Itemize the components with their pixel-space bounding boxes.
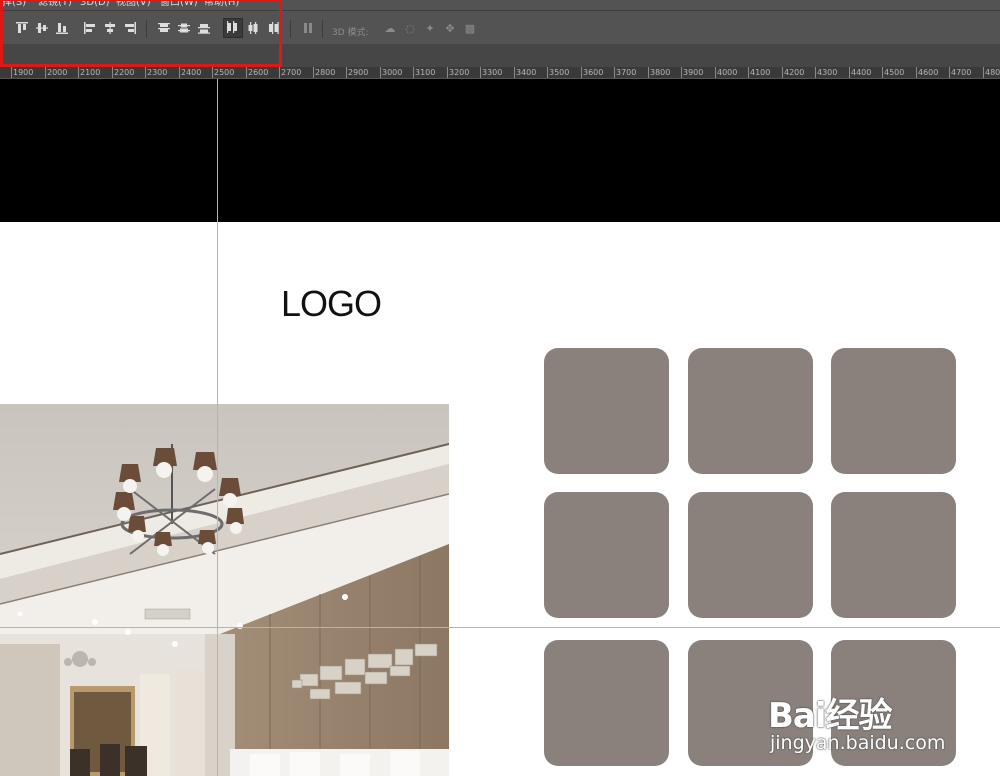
3d-orbit-icon[interactable]: ☁ bbox=[382, 22, 398, 36]
ruler-label: 3600 bbox=[583, 68, 604, 77]
auto-align-layers-icon[interactable] bbox=[300, 20, 316, 36]
ruler-label: 4700 bbox=[951, 68, 972, 77]
ruler-tick bbox=[614, 67, 615, 78]
placeholder-tile bbox=[544, 492, 669, 618]
ruler-tick bbox=[681, 67, 682, 78]
ruler-label: 2500 bbox=[214, 68, 235, 77]
ruler-tick bbox=[983, 67, 984, 78]
ruler-label: 4000 bbox=[717, 68, 738, 77]
3d-roll-icon[interactable]: ◌ bbox=[402, 22, 418, 36]
placeholder-tile bbox=[831, 348, 956, 474]
ruler-tick bbox=[882, 67, 883, 78]
canvas-black-header bbox=[0, 79, 1000, 222]
ruler-tick bbox=[212, 67, 213, 78]
ruler-tick bbox=[279, 67, 280, 78]
ruler-label: 2100 bbox=[80, 68, 101, 77]
ruler-tick bbox=[145, 67, 146, 78]
ruler-label: 4200 bbox=[784, 68, 805, 77]
ruler-label: 2600 bbox=[248, 68, 269, 77]
3d-scale-icon[interactable]: ▩ bbox=[462, 22, 478, 36]
ruler-tick bbox=[547, 67, 548, 78]
ruler-label: 4600 bbox=[918, 68, 939, 77]
highlight-annotation-box bbox=[0, 0, 282, 67]
ruler-tick bbox=[782, 67, 783, 78]
ruler-tick bbox=[480, 67, 481, 78]
ruler-label: 4400 bbox=[851, 68, 872, 77]
ruler-label: 3800 bbox=[650, 68, 671, 77]
ruler-tick bbox=[715, 67, 716, 78]
ruler-label: 2900 bbox=[348, 68, 369, 77]
ruler-tick bbox=[849, 67, 850, 78]
3d-pan-icon[interactable]: ✦ bbox=[422, 22, 438, 36]
ruler-label: 3500 bbox=[549, 68, 570, 77]
ruler-tick bbox=[916, 67, 917, 78]
watermark-url: jingyan.baidu.com bbox=[770, 732, 946, 754]
ruler-label: 3100 bbox=[415, 68, 436, 77]
ruler-label: 2300 bbox=[147, 68, 168, 77]
watermark-brand: Bai经验 bbox=[768, 696, 893, 736]
ruler-label: 2700 bbox=[281, 68, 302, 77]
ruler-tick bbox=[11, 67, 12, 78]
placeholder-tile bbox=[544, 640, 669, 766]
3d-mode-label: 3D 模式: bbox=[332, 28, 369, 38]
ruler-tick bbox=[45, 67, 46, 78]
horizontal-guide[interactable] bbox=[0, 627, 1000, 628]
ruler-label: 2200 bbox=[114, 68, 135, 77]
ruler-tick bbox=[246, 67, 247, 78]
placeholder-tile bbox=[688, 492, 813, 618]
ruler-label: 1900 bbox=[13, 68, 34, 77]
toolbar-separator bbox=[322, 20, 323, 38]
room-photo bbox=[0, 404, 449, 776]
ruler-tick bbox=[447, 67, 448, 78]
ruler-tick bbox=[179, 67, 180, 78]
ruler-tick bbox=[112, 67, 113, 78]
ruler-tick bbox=[313, 67, 314, 78]
ruler-label: 3200 bbox=[449, 68, 470, 77]
ruler-tick bbox=[648, 67, 649, 78]
ruler-tick bbox=[514, 67, 515, 78]
placeholder-tile bbox=[688, 348, 813, 474]
horizontal-ruler[interactable]: 1900 2000 2100 2200 2300 2400 2500 2600 2700 2800… bbox=[0, 67, 1000, 79]
ruler-tick bbox=[748, 67, 749, 78]
toolbar-separator bbox=[290, 20, 291, 38]
ruler-tick bbox=[949, 67, 950, 78]
ruler-label: 4100 bbox=[750, 68, 771, 77]
ruler-label: 3700 bbox=[616, 68, 637, 77]
ruler-label: 3900 bbox=[683, 68, 704, 77]
ruler-label: 3400 bbox=[516, 68, 537, 77]
ruler-tick bbox=[413, 67, 414, 78]
ruler-tick bbox=[380, 67, 381, 78]
ruler-label: 4500 bbox=[884, 68, 905, 77]
logo-text: LOGO bbox=[281, 283, 382, 324]
placeholder-tile bbox=[544, 348, 669, 474]
3d-slide-icon[interactable]: ✥ bbox=[442, 22, 458, 36]
placeholder-tile bbox=[831, 492, 956, 618]
ruler-label: 4800 bbox=[985, 68, 1000, 77]
ruler-label: 4300 bbox=[817, 68, 838, 77]
ruler-label: 2800 bbox=[315, 68, 336, 77]
ruler-label: 3000 bbox=[382, 68, 403, 77]
ruler-tick bbox=[815, 67, 816, 78]
ruler-tick bbox=[581, 67, 582, 78]
ruler-tick bbox=[346, 67, 347, 78]
vertical-guide[interactable] bbox=[217, 79, 218, 776]
baidu-jingyan-watermark: Bai经验 jingyan.baidu.com bbox=[768, 668, 1000, 776]
ruler-label: 2000 bbox=[47, 68, 68, 77]
ruler-tick bbox=[78, 67, 79, 78]
ruler-label: 3300 bbox=[482, 68, 503, 77]
ruler-label: 2400 bbox=[181, 68, 202, 77]
